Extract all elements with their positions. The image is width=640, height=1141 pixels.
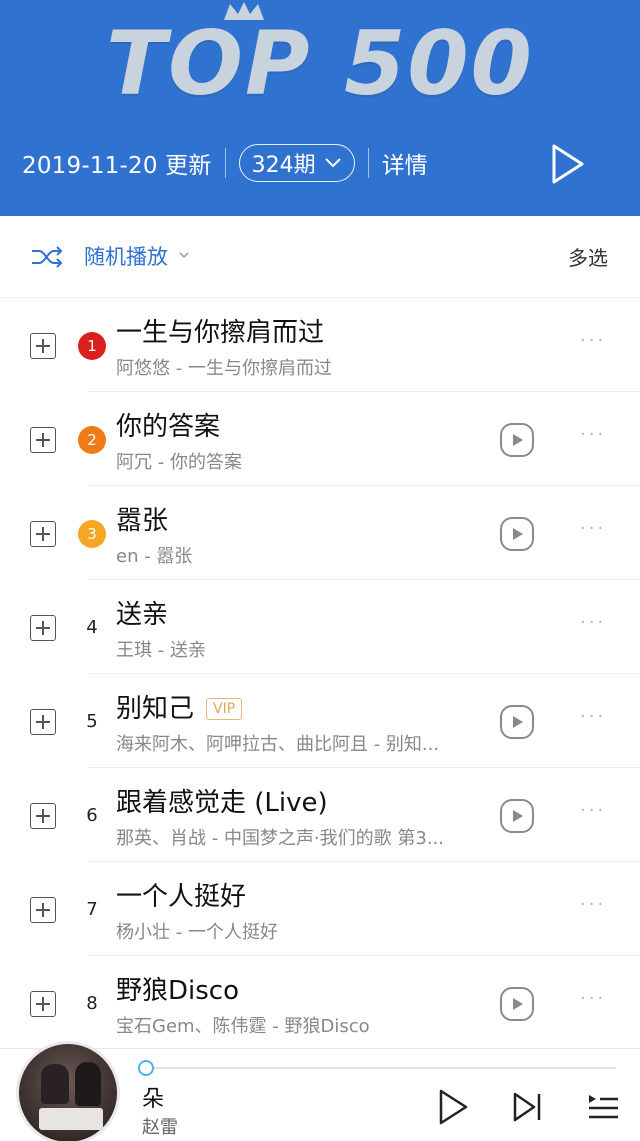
song-artist-album: 宝石Gem、陈伟霆 - 野狼Disco [116, 1016, 370, 1037]
song-row[interactable]: 7 一个人挺好杨小壮 - 一个人挺好 ··· [0, 862, 640, 956]
mini-player[interactable]: 朵 赵雷 [0, 1041, 640, 1141]
add-icon[interactable] [30, 897, 56, 923]
song-title: 野狼Disco [116, 970, 239, 1007]
rank-number: 7 [86, 899, 98, 920]
shuffle-icon[interactable] [30, 242, 64, 272]
song-row[interactable]: 3 嚣张 en - 嚣张 ··· [0, 486, 640, 580]
song-artist-album: 阿冗 - 你的答案 [116, 452, 242, 473]
song-row[interactable]: 5 别知己 VIP 海来阿木、阿呷拉古、曲比阿且 - 别知... ··· [0, 674, 640, 768]
more-options-icon[interactable]: ··· [580, 426, 612, 444]
progress-knob[interactable] [138, 1060, 154, 1076]
song-title: 一生与你擦肩而过 [116, 312, 324, 349]
chart-meta-row: 2019-11-20 更新 324期 详情 [22, 140, 428, 186]
more-options-icon[interactable]: ··· [580, 520, 612, 538]
add-icon[interactable] [30, 333, 56, 359]
playlist-icon[interactable] [586, 1091, 620, 1123]
song-row[interactable]: 8 野狼Disco 宝石Gem、陈伟霆 - 野狼Disco ··· [0, 956, 640, 1050]
rank-number: 8 [86, 993, 98, 1014]
next-track-icon[interactable] [512, 1091, 542, 1123]
song-artist-album: 那英、肖战 - 中国梦之声·我们的歌 第3... [116, 828, 444, 849]
more-options-icon[interactable]: ··· [580, 614, 612, 632]
issue-selector[interactable]: 324期 [238, 144, 355, 182]
chart-header: TOP 500 2019-11-20 更新 324期 详情 [0, 0, 640, 216]
add-icon[interactable] [30, 803, 56, 829]
song-title-text: 送亲 [116, 600, 169, 630]
song-title-text: 别知己 [116, 694, 195, 724]
divider [367, 148, 369, 178]
add-icon[interactable] [30, 427, 56, 453]
vip-badge: VIP [206, 698, 243, 720]
list-toolbar: 随机播放 多选 [0, 216, 640, 298]
add-icon[interactable] [30, 615, 56, 641]
more-options-icon[interactable]: ··· [580, 332, 612, 350]
rank-number: 6 [86, 805, 98, 826]
add-icon[interactable] [30, 991, 56, 1017]
rank-number: 5 [86, 711, 98, 732]
mv-play-icon[interactable] [500, 517, 534, 551]
song-row[interactable]: 1 一生与你擦肩而过阿悠悠 - 一生与你擦肩而过 ··· [0, 298, 640, 392]
song-title: 跟着感觉走 (Live) [116, 782, 328, 819]
song-artist-album: 杨小壮 - 一个人挺好 [116, 922, 278, 943]
play-all-icon[interactable] [546, 140, 590, 188]
rank-number: 4 [86, 617, 98, 638]
chevron-down-icon [324, 158, 341, 168]
chevron-down-icon[interactable] [178, 249, 190, 261]
progress-bar[interactable] [138, 1060, 616, 1076]
issue-label: 324期 [251, 153, 316, 178]
rank-number: 2 [78, 426, 106, 454]
song-title-text: 跟着感觉走 (Live) [116, 788, 328, 818]
more-options-icon[interactable]: ··· [580, 802, 612, 820]
more-options-icon[interactable]: ··· [580, 896, 612, 914]
song-title-text: 嚣张 [116, 506, 169, 536]
more-options-icon[interactable]: ··· [580, 990, 612, 1008]
song-title-text: 野狼Disco [116, 976, 239, 1006]
song-title-text: 一生与你擦肩而过 [116, 318, 325, 348]
shuffle-play-button[interactable]: 随机播放 [84, 241, 168, 271]
song-title: 一个人挺好 [116, 876, 246, 913]
song-list: 1 一生与你擦肩而过阿悠悠 - 一生与你擦肩而过 ··· 2 你的答案阿冗 - 你的答案… [0, 298, 640, 1050]
song-artist-album: en - 嚣张 [116, 546, 193, 567]
song-title-text: 你的答案 [116, 412, 221, 442]
song-artist-album: 王琪 - 送亲 [116, 640, 206, 661]
mv-play-icon[interactable] [500, 987, 534, 1021]
song-row[interactable]: 6 跟着感觉走 (Live) 那英、肖战 - 中国梦之声·我们的歌 第3... ··· [0, 768, 640, 862]
play-icon[interactable] [436, 1087, 470, 1127]
song-row[interactable]: 4 送亲王琪 - 送亲 ··· [0, 580, 640, 674]
mv-play-icon[interactable] [500, 423, 534, 457]
song-row[interactable]: 2 你的答案阿冗 - 你的答案 ··· [0, 392, 640, 486]
rank-number: 3 [78, 520, 106, 548]
divider [224, 148, 226, 178]
mv-play-icon[interactable] [500, 799, 534, 833]
now-playing-artist: 赵雷 [142, 1117, 178, 1138]
more-options-icon[interactable]: ··· [580, 708, 612, 726]
song-title: 送亲 [116, 594, 168, 631]
song-title-text: 一个人挺好 [116, 882, 247, 912]
multi-select-button[interactable]: 多选 [568, 242, 608, 271]
chart-logo: TOP 500 [106, 12, 534, 115]
update-date: 2019-11-20 更新 [22, 153, 212, 179]
detail-link[interactable]: 详情 [382, 146, 428, 180]
song-artist-album: 阿悠悠 - 一生与你擦肩而过 [116, 358, 332, 379]
song-artist-album: 海来阿木、阿呷拉古、曲比阿且 - 别知... [116, 734, 440, 755]
rank-number: 1 [78, 332, 106, 360]
add-icon[interactable] [30, 521, 56, 547]
album-art[interactable] [16, 1041, 120, 1141]
song-title: 嚣张 [116, 500, 168, 537]
mv-play-icon[interactable] [500, 705, 534, 739]
song-title: 你的答案 [116, 406, 220, 443]
now-playing-title: 朵 [142, 1087, 165, 1112]
song-title: 别知己 VIP [116, 688, 243, 725]
add-icon[interactable] [30, 709, 56, 735]
